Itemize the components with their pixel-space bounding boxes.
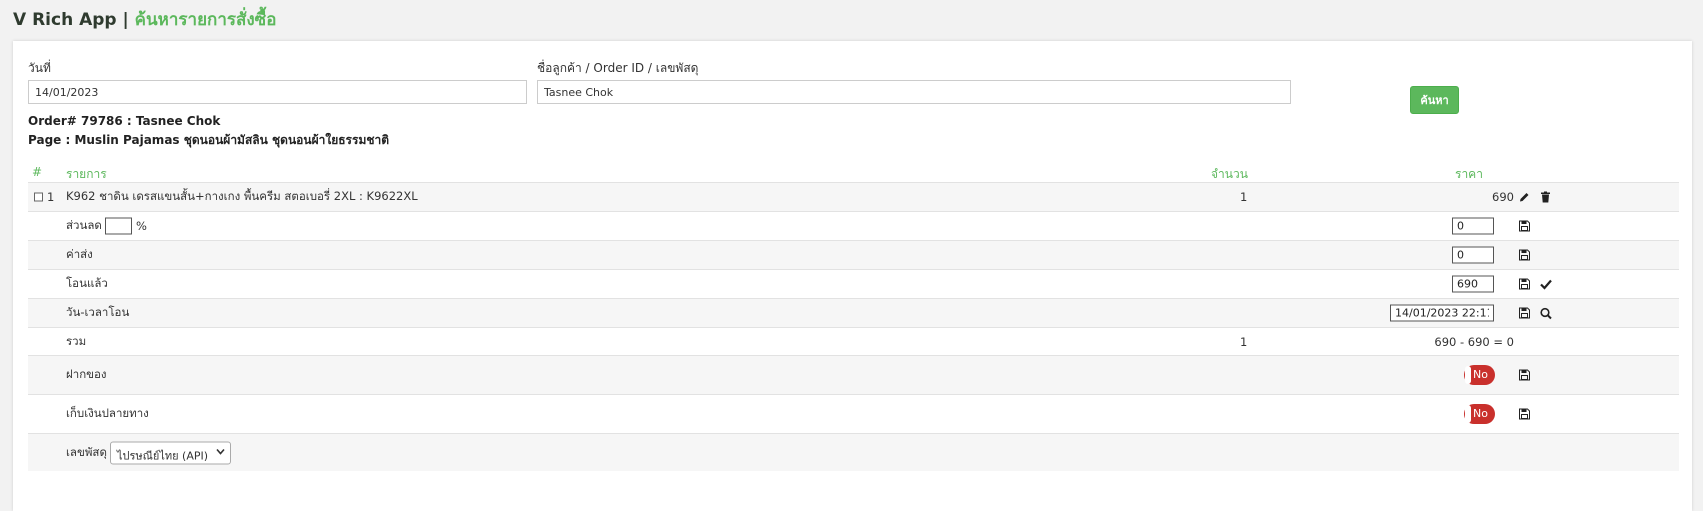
app-name: V Rich App | — [13, 10, 129, 30]
query-label: ชื่อลูกค้า / Order ID / เลขพัสดุ — [537, 61, 699, 75]
total-summary: 690 - 690 = 0 — [1434, 334, 1514, 349]
search-card: วันที่ ชื่อลูกค้า / Order ID / เลขพัสดุ … — [13, 41, 1692, 511]
cod-toggle[interactable]: No — [1464, 404, 1495, 424]
total-qty: 1 — [1240, 334, 1248, 349]
deposit-label: ฝากของ — [66, 367, 107, 381]
table-row-paid: โอนแล้ว — [28, 269, 1679, 298]
deposit-toggle-text: No — [1473, 368, 1488, 381]
carrier-select-value: ไปรษณีย์ไทย (API) — [117, 449, 209, 462]
toggle-knob — [1465, 366, 1471, 384]
table-row-tracking: เลขพัสดุ ไปรษณีย์ไทย (API) — [28, 433, 1679, 471]
tracking-label: เลขพัสดุ — [66, 444, 107, 459]
page-line: Page : Muslin Pajamas ชุดนอนผ้ามัสลิน ชุ… — [28, 133, 390, 147]
save-icon[interactable] — [1518, 220, 1531, 233]
percent-sign: % — [136, 219, 147, 233]
check-icon[interactable] — [1539, 278, 1552, 291]
item-price: 690 — [1492, 190, 1514, 204]
deposit-toggle[interactable]: No — [1464, 365, 1495, 385]
discount-input[interactable] — [1452, 217, 1494, 235]
table-row-total: รวม 1 690 - 690 = 0 — [28, 327, 1679, 355]
pencil-icon[interactable] — [1518, 191, 1531, 204]
table-row-cod: เก็บเงินปลายทาง No — [28, 394, 1679, 433]
paid-input[interactable] — [1452, 275, 1494, 293]
save-icon[interactable] — [1518, 249, 1531, 262]
search-input[interactable] — [537, 80, 1291, 104]
toggle-knob — [1465, 405, 1471, 423]
page-header: V Rich App | ค้นหารายการสั่งซื้อ — [13, 6, 276, 32]
cod-label: เก็บเงินปลายทาง — [66, 406, 149, 420]
save-icon[interactable] — [1518, 408, 1531, 421]
item-index: 1 — [47, 190, 55, 204]
item-checkbox[interactable] — [34, 192, 43, 202]
chevron-down-icon — [216, 445, 225, 460]
table-row-item: 1 K962 ชาดิน เดรสแขนสั้น+กางเกง พื้นครีม… — [28, 182, 1679, 211]
order-line: Order# 79786 : Tasnee Chok — [28, 114, 221, 128]
shipping-input[interactable] — [1452, 246, 1494, 264]
save-icon[interactable] — [1518, 307, 1531, 320]
search-icon[interactable] — [1539, 307, 1552, 320]
discount-label: ส่วนลด — [66, 218, 102, 232]
carrier-select[interactable]: ไปรษณีย์ไทย (API) — [110, 441, 231, 464]
transfer-time-input[interactable] — [1390, 304, 1494, 322]
item-name: K962 ชาดิน เดรสแขนสั้น+กางเกง พื้นครีม ส… — [66, 189, 418, 203]
transfer-time-label: วัน-เวลาโอน — [66, 305, 130, 319]
discount-percent-input[interactable] — [105, 217, 132, 235]
shipping-label: ค่าส่ง — [66, 247, 93, 261]
header-index: # — [32, 165, 43, 179]
page-title: ค้นหารายการสั่งซื้อ — [134, 10, 277, 30]
save-icon[interactable] — [1518, 278, 1531, 291]
date-input[interactable] — [28, 80, 527, 104]
table-row-deposit: ฝากของ No — [28, 355, 1679, 394]
paid-label: โอนแล้ว — [66, 276, 108, 290]
search-button[interactable]: ค้นหา — [1410, 86, 1459, 114]
total-label: รวม — [66, 333, 87, 348]
table-row-transfer-time: วัน-เวลาโอน — [28, 298, 1679, 327]
trash-icon[interactable] — [1539, 191, 1552, 204]
item-qty: 1 — [1240, 190, 1248, 204]
table-row-discount: ส่วนลด % — [28, 211, 1679, 240]
save-icon[interactable] — [1518, 369, 1531, 382]
date-label: วันที่ — [28, 61, 51, 75]
cod-toggle-text: No — [1473, 407, 1488, 420]
table-row-shipping: ค่าส่ง — [28, 240, 1679, 269]
